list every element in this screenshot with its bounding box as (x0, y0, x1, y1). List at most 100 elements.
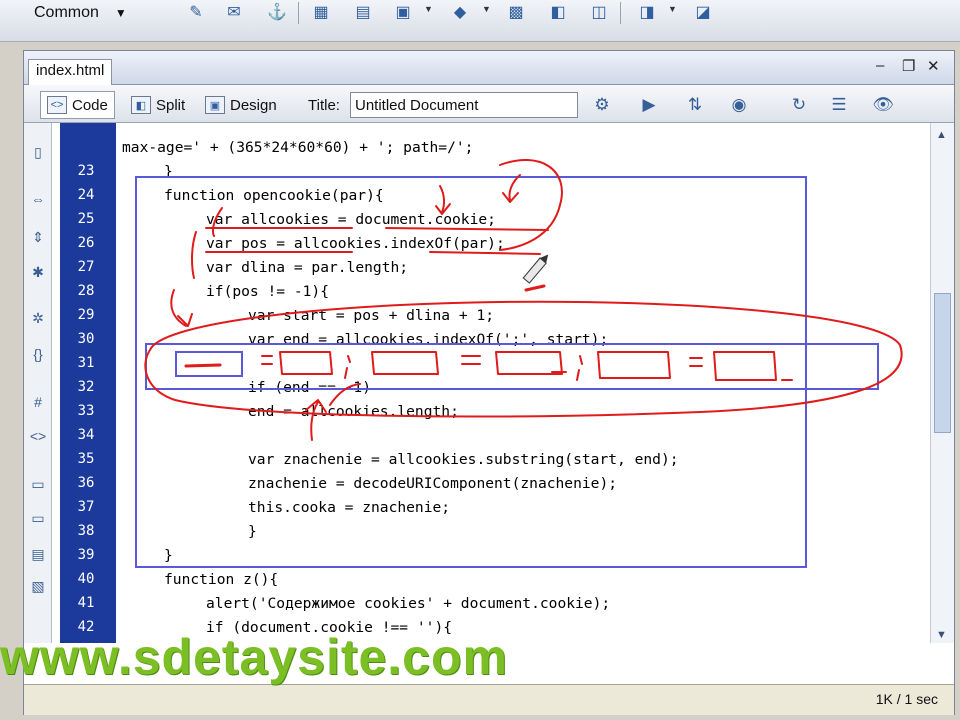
line-numbers-icon[interactable]: # (27, 391, 49, 413)
head-icon[interactable]: ◨ (634, 0, 660, 24)
comment-icon[interactable]: ◫ (586, 0, 612, 24)
code-line[interactable]: var znachenie = allcookies.substring(sta… (248, 451, 679, 468)
code-line[interactable]: } (164, 547, 173, 564)
code-line[interactable]: function z(){ (164, 571, 278, 588)
code-line[interactable]: var start = pos + dlina + 1; (248, 307, 494, 324)
minimize-icon[interactable]: ‒ (876, 57, 884, 74)
line-number: 27 (77, 259, 95, 275)
validate-icon[interactable]: ⚙ (589, 92, 615, 118)
code-line[interactable]: alert('Содержимое cookies' + document.co… (206, 595, 610, 612)
view-options-icon[interactable]: ☰ (826, 92, 852, 118)
code-line[interactable]: end = allcookies.length; (248, 403, 459, 420)
insert-category-menu[interactable]: Common ▼ (22, 0, 134, 26)
insert-bar: Common ▼ ✎ ✉ ⚓ ▦ ▤ ▣ ▼ ◆ ▼ ▩ ◧ ◫ ◨ ▼ ◪ (0, 0, 960, 42)
div-icon[interactable]: ▤ (350, 0, 376, 24)
design-view-button[interactable]: ▣ Design (198, 91, 284, 119)
code-line[interactable]: var end = allcookies.indexOf(';', start)… (248, 331, 608, 348)
title-input[interactable] (350, 92, 578, 118)
media-dropdown-icon[interactable]: ▼ (482, 4, 491, 14)
code-line[interactable]: this.cooka = znachenie; (248, 499, 450, 516)
expand-all-icon[interactable]: ✱ (27, 261, 49, 283)
remove-comment-icon[interactable]: ▭ (27, 507, 49, 529)
image-icon[interactable]: ▣ (390, 0, 416, 24)
select-parent-tag-icon[interactable]: ✲ (27, 307, 49, 329)
visual-aids-icon[interactable]: 👁 (870, 92, 896, 118)
head-dropdown-icon[interactable]: ▼ (668, 4, 677, 14)
split-view-button[interactable]: ◧ Split (124, 91, 192, 119)
code-line[interactable]: } (248, 523, 257, 540)
refresh-icon[interactable]: ↻ (786, 92, 812, 118)
scroll-up-icon[interactable]: ▲ (936, 129, 947, 141)
site-watermark: www.sdetaysite.com (0, 629, 508, 685)
code-editor[interactable]: max-age=' + (365*24*60*60) + '; path=/';… (116, 123, 930, 643)
vertical-scrollbar[interactable]: ▲ ▼ (930, 123, 954, 643)
title-label: Title: (308, 97, 340, 114)
code-line[interactable]: function opencookie(par){ (164, 187, 384, 204)
line-number: 39 (77, 547, 95, 563)
design-view-icon: ▣ (205, 96, 225, 114)
tab-index-html[interactable]: index.html (28, 59, 113, 85)
wrap-tag-icon[interactable]: ▤ (27, 543, 49, 565)
code-line[interactable]: if(pos != -1){ (206, 283, 329, 300)
browser-preview-icon[interactable]: ◉ (726, 92, 752, 118)
tag-chooser-icon[interactable]: ◪ (690, 0, 716, 24)
hyperlink-icon[interactable]: ✎ (183, 0, 209, 24)
highlight-invalid-code-icon[interactable]: <> (27, 425, 49, 447)
line-number: 38 (77, 523, 95, 539)
code-line[interactable]: if (end == -1) (248, 379, 371, 396)
status-bar: 1K / 1 sec (24, 684, 954, 715)
chevron-down-icon: ▼ (114, 6, 127, 20)
balance-braces-icon[interactable]: {} (27, 343, 49, 365)
image-dropdown-icon[interactable]: ▼ (424, 4, 433, 14)
line-number: 33 (77, 403, 95, 419)
collapse-selection-icon[interactable]: ⇕ (27, 226, 49, 248)
scroll-thumb[interactable] (934, 293, 951, 433)
named-anchor-icon[interactable]: ⚓ (264, 0, 290, 24)
file-transfer-icon[interactable]: ⇅ (682, 92, 708, 118)
code-view-icon: <> (47, 96, 67, 114)
code-view-button[interactable]: <> Code (40, 91, 115, 119)
document-window: index.html ‒ ❐ ✕ <> Code ◧ Split ▣ Desig… (23, 50, 955, 715)
media-icon[interactable]: ◆ (447, 0, 473, 24)
recent-snippets-icon[interactable]: ▧ (27, 575, 49, 597)
code-view-label: Code (72, 96, 108, 114)
apply-comment-icon[interactable]: ▭ (27, 473, 49, 495)
design-view-label: Design (230, 96, 277, 114)
restore-icon[interactable]: ❐ (902, 57, 915, 75)
scroll-down-icon[interactable]: ▼ (936, 629, 947, 641)
line-number: 30 (77, 331, 95, 347)
line-number-gutter: 23 24 25 26 27 28 29 30 31 32 33 34 35 3… (60, 123, 116, 643)
line-number: 41 (77, 595, 95, 611)
line-number: 35 (77, 451, 95, 467)
line-number: 26 (77, 235, 95, 251)
close-icon[interactable]: ✕ (927, 57, 940, 75)
line-number: 29 (77, 307, 95, 323)
line-number: 36 (77, 475, 95, 491)
code-line[interactable]: max-age=' + (365*24*60*60) + '; path=/'; (122, 139, 473, 156)
server-side-include-icon[interactable]: ◧ (545, 0, 571, 24)
toolbar-separator (298, 2, 299, 24)
line-number: 25 (77, 211, 95, 227)
line-number: 37 (77, 499, 95, 515)
table-icon[interactable]: ▦ (308, 0, 334, 24)
code-line[interactable]: } (164, 163, 173, 180)
split-view-label: Split (156, 96, 186, 114)
line-number: 31 (77, 355, 95, 371)
email-link-icon[interactable]: ✉ (221, 0, 247, 24)
collapse-tag-icon[interactable]: ⇔ (27, 188, 49, 210)
code-line[interactable]: var pos = allcookies.indexOf(par); (206, 235, 505, 252)
code-line[interactable]: var dlina = par.length; (206, 259, 408, 276)
preview-icon[interactable]: ▶ (636, 92, 662, 118)
toolbar-separator (620, 2, 621, 24)
code-line[interactable]: var allcookies = document.cookie; (206, 211, 496, 228)
line-number: 23 (77, 163, 95, 179)
open-documents-icon[interactable]: ▯ (27, 141, 49, 163)
line-number: 34 (77, 427, 95, 443)
code-line[interactable]: znachenie = decodeURIComponent(znachenie… (248, 475, 617, 492)
document-toolbar: <> Code ◧ Split ▣ Design Title: ⚙ ▶ ⇅ ◉ … (24, 85, 954, 123)
date-icon[interactable]: ▩ (503, 0, 529, 24)
tab-strip: index.html ‒ ❐ ✕ (24, 51, 954, 85)
line-number: 28 (77, 283, 95, 299)
line-number: 32 (77, 379, 95, 395)
line-number: 40 (77, 571, 95, 587)
